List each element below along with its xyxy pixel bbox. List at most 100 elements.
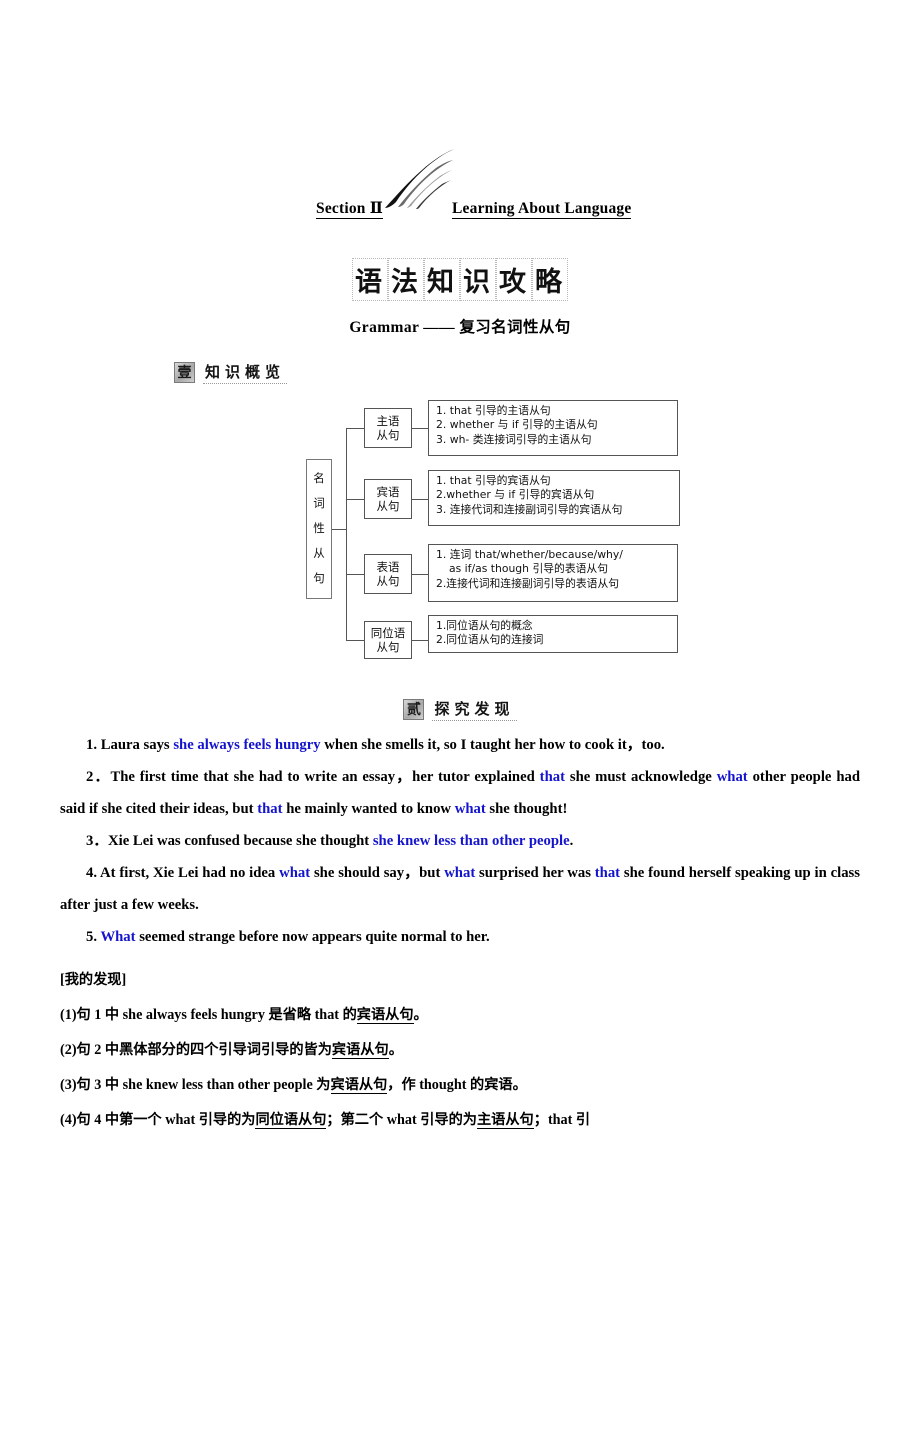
sentence-text: she must acknowledge [564, 769, 717, 786]
finding-text: (1)句 1 中 she always feels hungry 是省略 tha… [60, 1007, 357, 1024]
noun-clause-tree-diagram: 名词性从句 主语 从句 1. that 引导的主语从句 2. whether 与 if… [0, 394, 920, 674]
finding-text: (3)句 3 中 she knew less than other people… [60, 1076, 331, 1093]
finding-item: (1)句 1 中 she always feels hungry 是省略 tha… [60, 998, 860, 1033]
diagram-root-char: 名 [313, 471, 325, 486]
comet-swoosh-icon [385, 149, 454, 209]
findings-heading: [我的发现] [60, 972, 127, 989]
diagram-category-line: 从句 [376, 574, 400, 588]
highlighted-clause: that [257, 801, 283, 818]
diagram-category-line: 从句 [376, 428, 400, 442]
sentence-text: she thought! [485, 801, 568, 818]
diagram-detail-line: 1. that 引导的宾语从句 [436, 474, 551, 487]
diagram-connector [412, 640, 428, 642]
sentence-text: 2．The first time that she had to write a… [86, 769, 540, 786]
finding-text: (4)句 4 中第一个 what 引导的为 [60, 1111, 256, 1128]
diagram-category-line: 同位语 [370, 625, 406, 640]
sentence-text: . [569, 833, 574, 850]
finding-text: 。 [388, 1041, 403, 1058]
diagram-category-box: 主语 从句 [364, 408, 412, 448]
diagram-category-line: 从句 [376, 499, 400, 513]
art-title-char: 知 [424, 258, 460, 301]
highlighted-clause: that [594, 865, 621, 882]
sentence-text: seemed strange before now appears quite … [135, 929, 490, 946]
finding-underlined-term: 宾语从句 [330, 1076, 388, 1094]
badge-numeral-one: 壹 [174, 362, 195, 383]
diagram-detail-line: as if/as though 引导的表语从句 [449, 562, 609, 576]
section-number-label: Section Ⅱ [316, 200, 383, 220]
diagram-trunk-line [346, 428, 348, 640]
diagram-connector [346, 499, 364, 501]
sub-header-knowledge-overview: 壹 知识概览 [174, 361, 920, 384]
highlighted-clause: what [454, 801, 486, 818]
finding-underlined-term: 宾语从句 [356, 1007, 414, 1025]
diagram-category-line: 主语 [376, 413, 400, 428]
diagram-root-char: 性 [313, 521, 325, 536]
finding-item: (4)句 4 中第一个 what 引导的为同位语从句；第二个 what 引导的为… [60, 1103, 860, 1138]
finding-underlined-term: 宾语从句 [331, 1041, 389, 1059]
example-sentence: 3．Xie Lei was confused because she thoug… [60, 825, 860, 857]
badge-numeral-two: 贰 [403, 699, 425, 720]
art-title-char: 法 [388, 258, 424, 301]
finding-text: ，作 thought 的宾语。 [387, 1076, 527, 1093]
finding-underlined-term: 主语从句 [476, 1111, 534, 1129]
highlighted-clause: she knew less than other people [372, 833, 570, 850]
diagram-connector [412, 499, 428, 501]
finding-underlined-term: 同位语从句 [255, 1111, 327, 1129]
art-title: 语法知识攻略 [0, 258, 920, 301]
finding-text: 。 [413, 1007, 428, 1024]
diagram-detail-line: 1. 连词 that/whether/because/why/ [436, 548, 623, 561]
sentence-text: 3．Xie Lei was confused because she thoug… [86, 833, 373, 850]
finding-item: (2)句 2 中黑体部分的四个引导词引导的皆为宾语从句。 [60, 1033, 860, 1068]
finding-text: ；that 引 [533, 1111, 591, 1128]
diagram-connector [346, 574, 364, 576]
example-sentence: 5. What seemed strange before now appear… [60, 921, 860, 953]
finding-text: (2)句 2 中黑体部分的四个引导词引导的皆为 [60, 1041, 332, 1058]
diagram-root-char: 词 [313, 496, 325, 511]
grammar-subtitle: Grammar —— 复习名词性从句 [349, 319, 571, 336]
example-sentence: 4. At first, Xie Lei had no idea what sh… [60, 857, 860, 921]
example-sentences: 1. Laura says she always feels hungry wh… [60, 729, 860, 953]
document-page: Section Ⅱ Learning About Language 语法知识攻略… [0, 140, 920, 1442]
art-title-char: 识 [460, 258, 496, 301]
art-title-char: 攻 [496, 258, 532, 301]
diagram-detail-line: 2.同位语从句的连接词 [436, 633, 544, 647]
diagram-root-char: 句 [313, 571, 325, 586]
diagram-category-line: 宾语 [376, 484, 400, 499]
diagram-root-connector [332, 529, 346, 531]
finding-text: ；第二个 what 引导的为 [326, 1111, 477, 1128]
diagram-category-box: 宾语 从句 [364, 479, 412, 519]
diagram-detail-line: 3. wh- 类连接词引导的主语从句 [436, 432, 592, 446]
diagram-root-box: 名词性从句 [306, 459, 332, 599]
highlighted-clause: What [100, 929, 136, 946]
diagram-detail-line: 2.连接代词和连接副词引导的表语从句 [436, 576, 620, 590]
sentence-text: when she smells it, so I taught her how … [320, 737, 665, 753]
diagram-detail-line: 1. that 引导的主语从句 [436, 404, 551, 417]
example-sentence: 2．The first time that she had to write a… [60, 761, 860, 825]
art-title-char: 语 [352, 258, 388, 301]
diagram-connector [346, 428, 364, 430]
art-title-char: 略 [532, 258, 568, 301]
diagram-detail-box: 1. that 引导的宾语从句 2.whether 与 if 引导的宾语从句 3. … [428, 470, 680, 526]
diagram-detail-line: 2.whether 与 if 引导的宾语从句 [436, 488, 595, 502]
findings-section: [我的发现] (1)句 1 中 she always feels hungry … [60, 963, 860, 1137]
diagram-detail-box: 1. that 引导的主语从句 2. whether 与 if 引导的主语从句 3.… [428, 400, 678, 456]
diagram-connector [346, 640, 364, 642]
highlighted-clause: she always feels hungry [173, 737, 321, 753]
sentence-text: surprised her was [475, 865, 595, 882]
highlighted-clause: what [279, 865, 311, 882]
diagram-category-line: 从句 [376, 640, 400, 654]
sentence-text: 5. [86, 929, 101, 946]
diagram-root-char: 从 [313, 546, 325, 561]
sentence-text: she should say，but [310, 865, 445, 882]
section-title-label: Learning About Language [452, 200, 632, 220]
diagram-connector [412, 428, 428, 430]
section-header: Section Ⅱ Learning About Language [0, 140, 920, 250]
sub-header-title-two: 探究发现 [432, 698, 517, 721]
diagram-detail-line: 2. whether 与 if 引导的主语从句 [436, 418, 598, 432]
finding-item: (3)句 3 中 she knew less than other people… [60, 1068, 860, 1103]
diagram-category-box: 表语 从句 [364, 554, 412, 594]
highlighted-clause: what [716, 769, 748, 786]
diagram-detail-box: 1. 连词 that/whether/because/why/as if/as … [428, 544, 678, 602]
sentence-text: he mainly wanted to know [282, 801, 455, 818]
diagram-category-line: 表语 [376, 559, 400, 574]
